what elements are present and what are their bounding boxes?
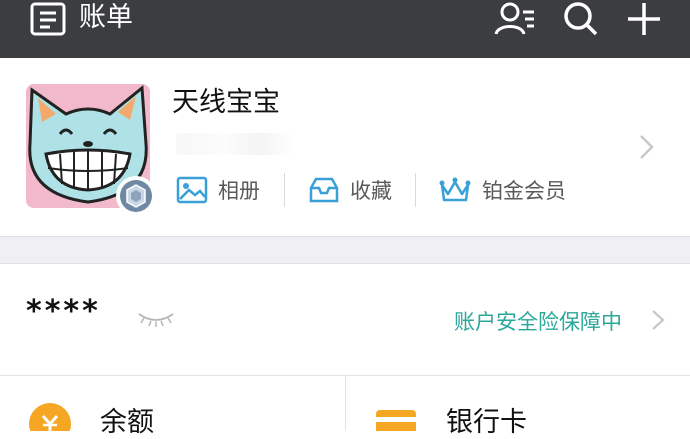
balance-label: 余额 [100,407,154,438]
bank-card-cell[interactable]: 银行卡 [346,376,690,438]
platinum-member-label: 铂金会员 [482,179,566,203]
platinum-member-link[interactable]: 铂金会员 [438,170,566,210]
page-title: 账单 [79,2,133,33]
profile-quick-links: 相册 收藏 铂金会员 [176,170,596,210]
crown-icon [439,177,471,202]
chevron-right-icon[interactable] [650,308,666,332]
balance-cell[interactable]: 余额 [0,376,345,438]
member-badge-icon [116,176,156,216]
bank-card-icon [376,410,416,431]
add-icon[interactable] [622,0,666,40]
profile-card[interactable]: 天线宝宝 相册 收藏 铂金会员 [0,58,690,236]
photo-album-icon [176,176,208,204]
nickname: 天线宝宝 [172,87,280,118]
contacts-icon[interactable] [492,0,536,40]
chevron-right-icon[interactable] [636,132,656,162]
asset-summary-row[interactable]: **** 账户安全险保障中 [0,264,690,375]
blurred-account-line [176,133,296,155]
divider [284,173,285,207]
divider [415,173,416,207]
eye-closed-icon[interactable] [136,310,176,330]
bill-icon[interactable] [30,2,68,38]
album-link[interactable]: 相册 [176,170,260,210]
bank-card-label: 银行卡 [446,407,527,438]
favorites-icon [309,177,339,203]
favorites-link[interactable]: 收藏 [308,170,392,210]
favorites-label: 收藏 [350,179,392,203]
section-gap [0,236,690,264]
balance-icon [29,403,71,431]
account-security-link[interactable]: 账户安全险保障中 [454,306,622,336]
album-label: 相册 [218,179,260,203]
search-icon[interactable] [560,0,604,40]
top-bar: 账单 [0,0,690,58]
masked-amount: **** [26,294,101,329]
